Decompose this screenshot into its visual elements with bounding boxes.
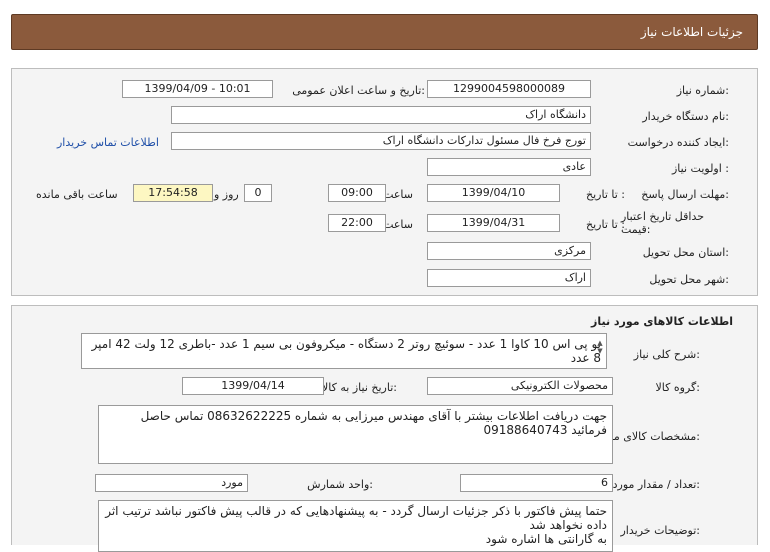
summary-label: شرح کلی نیاز:: [633, 348, 700, 361]
need-number-label: شماره نیاز:: [676, 84, 729, 97]
need-number-field[interactable]: 1299004598000089: [427, 80, 591, 98]
creator-label: ایجاد کننده درخواست:: [627, 136, 729, 149]
remaining-label: ساعت باقی مانده: [36, 188, 118, 201]
page-header: جزئیات اطلاعات نیاز: [11, 14, 758, 50]
goods-section-title: اطلاعات کالاهای مورد نیاز: [591, 315, 733, 328]
goods-panel: اطلاعات کالاهای مورد نیاز شرح کلی نیاز: …: [11, 305, 758, 552]
buyer-notes-textarea[interactable]: حتما پیش فاکتور با ذکر جزئیات ارسال گردد…: [98, 500, 613, 552]
need-date-label: تاریخ نیاز به کالا:: [322, 381, 397, 394]
buyer-org-label: نام دستگاه خریدار:: [642, 110, 729, 123]
validity-to-date-label: تا تاریخ :: [586, 218, 625, 231]
priority-field[interactable]: عادی: [427, 158, 591, 176]
need-info-panel: شماره نیاز: 1299004598000089 تاریخ و ساع…: [11, 68, 758, 296]
group-label: گروه کالا:: [655, 381, 700, 394]
buyer-notes-label: توضیحات خریدار:: [620, 524, 701, 537]
deadline-time-label: ساعت: [383, 188, 413, 201]
unit-label: واحد شمارش:: [307, 478, 373, 491]
remaining-time-field: 17:54:58: [133, 184, 213, 202]
remaining-days-field[interactable]: 0: [244, 184, 272, 202]
unit-field[interactable]: مورد: [95, 474, 248, 492]
buyer-contact-link[interactable]: اطلاعات تماس خریدار: [57, 136, 159, 149]
city-label: شهر محل تحویل:: [649, 273, 729, 286]
validity-date-field[interactable]: 1399/04/31: [427, 214, 560, 232]
deadline-time-field[interactable]: 09:00: [328, 184, 386, 202]
specs-textarea[interactable]: جهت دریافت اطلاعات بیشتر با آقای مهندس م…: [98, 405, 613, 464]
validity-time-field[interactable]: 22:00: [328, 214, 386, 232]
validity-time-label: ساعت: [383, 218, 413, 231]
group-field[interactable]: محصولات الکترونیکی: [427, 377, 613, 395]
province-field[interactable]: مرکزی: [427, 242, 591, 260]
priority-label: اولویت نیاز :: [671, 162, 729, 175]
quantity-field[interactable]: 6: [460, 474, 613, 492]
summary-scroll-arrows[interactable]: ▲ ▼: [595, 339, 605, 365]
summary-textarea[interactable]: یو پی اس 10 کاوا 1 عدد - سوئیچ روتر 2 دس…: [81, 333, 607, 369]
province-label: استان محل تحویل:: [642, 246, 729, 259]
need-date-field[interactable]: 1399/04/14: [182, 377, 324, 395]
creator-field[interactable]: تورج فرخ فال مسئول تدارکات دانشگاه اراک: [171, 132, 591, 150]
deadline-date-field[interactable]: 1399/04/10: [427, 184, 560, 202]
deadline-label: مهلت ارسال پاسخ:: [641, 188, 729, 201]
days-label: روز و: [214, 188, 239, 201]
page-title: جزئیات اطلاعات نیاز: [640, 25, 743, 39]
city-field[interactable]: اراک: [427, 269, 591, 287]
price-validity-label: حداقل تاریخ اعتبار قیمت:: [621, 210, 705, 236]
buyer-org-field[interactable]: دانشگاه اراک: [171, 106, 591, 124]
deadline-to-date-label: تا تاریخ :: [586, 188, 625, 201]
announce-datetime-field[interactable]: 1399/04/09 - 10:01: [122, 80, 273, 98]
announce-label: تاریخ و ساعت اعلان عمومی:: [292, 84, 425, 97]
